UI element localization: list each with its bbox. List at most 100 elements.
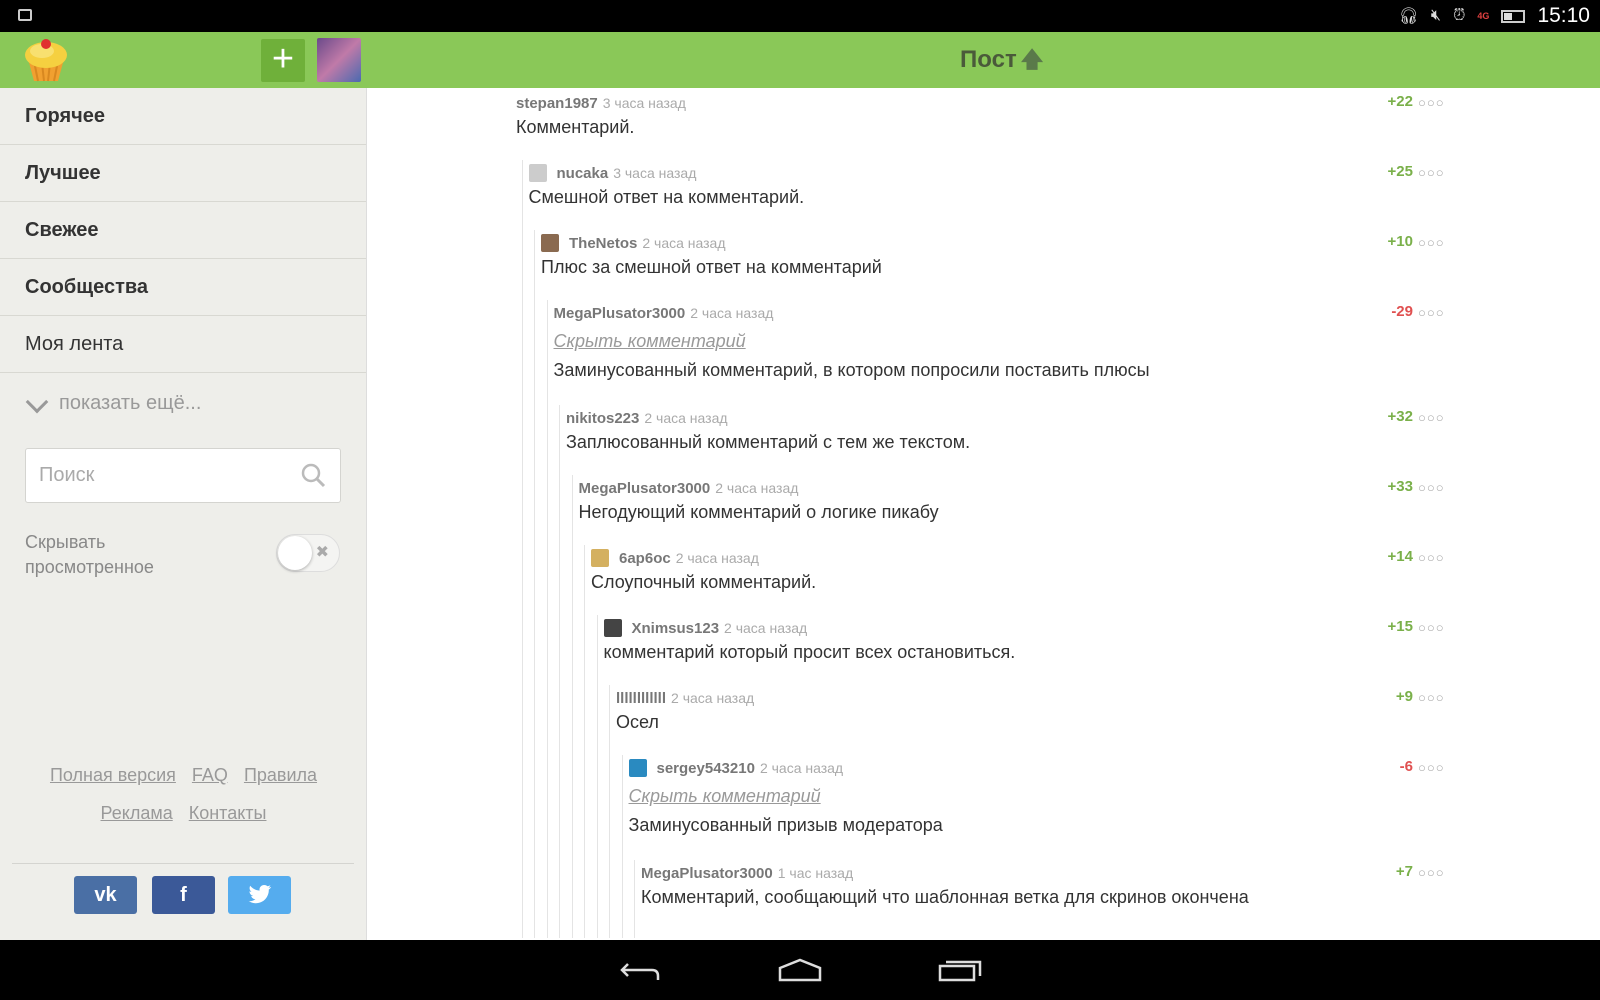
pikabu-logo-icon[interactable] — [22, 37, 70, 83]
comment-author[interactable]: nucaka — [557, 165, 609, 182]
footer-link[interactable]: Контакты — [189, 803, 267, 823]
comment: Xnimsus123 2 часа назад комментарий которы… — [603, 617, 1517, 663]
sidebar-nav-item[interactable]: Моя лента — [0, 316, 366, 373]
comment-time: 2 часа назад — [759, 760, 844, 776]
comment-rating[interactable]: +14 — [1388, 548, 1413, 565]
comment: MegaPlusator3000 2 часа назад Скрыть комме… — [554, 302, 1517, 381]
comment-rating[interactable]: +7 — [1396, 863, 1413, 880]
arrow-up-icon: 🡅 — [1020, 47, 1044, 72]
comment-author[interactable]: MegaPlusator3000 — [554, 305, 686, 322]
comment-author[interactable]: llllllllllll — [616, 690, 666, 707]
comment-header: TheNetos 2 часа назад — [541, 232, 1516, 254]
hide-viewed-toggle[interactable]: ✖ — [276, 534, 340, 572]
user-avatar[interactable] — [317, 38, 361, 82]
comment-author[interactable]: MegaPlusator3000 — [641, 865, 773, 882]
twitter-share-button[interactable] — [228, 876, 291, 914]
comment-rating[interactable]: -29 — [1391, 303, 1413, 320]
comment-rating[interactable]: +22 — [1388, 93, 1413, 110]
sidebar: Горячее Лучшее Свежее Сообщества Моя лента п… — [0, 88, 367, 940]
more-options-icon[interactable]: ○○○ — [1418, 865, 1445, 880]
more-options-icon[interactable]: ○○○ — [1418, 760, 1445, 775]
comment-rating[interactable]: +25 — [1388, 163, 1413, 180]
comment-header: stepan1987 3 часа назад — [516, 92, 1516, 114]
search-input[interactable] — [26, 449, 286, 502]
comment-text: Заплюсованный комментарий с тем же текст… — [566, 432, 971, 452]
comment-header: sergey543210 2 часа назад — [628, 757, 1517, 779]
comment-rating[interactable]: +10 — [1388, 233, 1413, 250]
comment-text: Осел — [616, 712, 659, 732]
more-options-icon[interactable]: ○○○ — [1418, 305, 1445, 320]
comment-avatar[interactable] — [591, 549, 609, 567]
comment-avatar[interactable] — [603, 619, 622, 637]
comment-author[interactable]: stepan1987 — [516, 95, 598, 112]
comment-header: MegaPlusator3000 2 часа назад — [554, 302, 1517, 324]
thread-line — [571, 475, 573, 938]
footer-link[interactable]: Реклама — [101, 803, 173, 823]
mute-icon: 🔇︎ — [1430, 7, 1441, 24]
back-icon[interactable] — [618, 958, 662, 982]
recent-apps-icon[interactable] — [938, 958, 982, 982]
vk-share-button[interactable]: vk — [74, 876, 137, 914]
comment-header: Xnimsus123 2 часа назад — [603, 617, 1517, 639]
sidebar-nav-item[interactable]: Лучшее — [0, 145, 366, 202]
page-title[interactable]: Пост 🡅 — [960, 32, 1043, 88]
comment-header: MegaPlusator3000 1 час назад — [641, 862, 1516, 884]
footer-link[interactable]: FAQ — [192, 765, 228, 785]
comment-avatar[interactable] — [628, 759, 647, 777]
footer-links: Полная версия FAQ Правила Реклама Контакты — [0, 756, 367, 832]
comment-author[interactable]: Xnimsus123 — [632, 620, 720, 637]
more-options-icon[interactable]: ○○○ — [1418, 480, 1445, 495]
sidebar-nav-item[interactable]: Горячее — [0, 88, 366, 145]
more-options-icon[interactable]: ○○○ — [1418, 165, 1445, 180]
thread-line — [634, 860, 635, 938]
more-options-icon[interactable]: ○○○ — [1418, 410, 1445, 425]
more-options-icon[interactable]: ○○○ — [1418, 690, 1445, 705]
comment-author[interactable]: MegaPlusator3000 — [579, 480, 711, 497]
more-options-icon[interactable]: ○○○ — [1418, 235, 1445, 250]
comment-header: 6ap6oc 2 часа назад — [591, 547, 1516, 569]
thread-line — [546, 300, 548, 938]
sidebar-nav-item[interactable]: Сообщества — [0, 259, 366, 316]
comment: 6ap6oc 2 часа назад Слоупочный комментарий… — [591, 547, 1516, 593]
search-icon[interactable] — [300, 462, 326, 488]
thread-line — [584, 545, 585, 938]
comment-header: llllllllllll 2 часа назад — [616, 687, 1516, 709]
comment: stepan1987 3 часа назад Комментарий. — [516, 92, 1516, 138]
more-options-icon[interactable]: ○○○ — [1418, 95, 1445, 110]
comment-text: Смешной ответ на комментарий. — [528, 187, 805, 207]
sidebar-nav-item[interactable]: Свежее — [0, 202, 366, 259]
comment-author[interactable]: nikitos223 — [566, 410, 639, 427]
comment-time: 2 часа назад — [675, 550, 759, 566]
comment-rating[interactable]: +15 — [1388, 618, 1413, 635]
comment-avatar[interactable] — [528, 164, 547, 182]
show-more-button[interactable]: показать ещё... — [0, 373, 366, 433]
comment: MegaPlusator3000 2 часа назад Негодующий к… — [579, 477, 1517, 523]
comment-author[interactable]: 6ap6oc — [619, 550, 671, 567]
comment-time: 3 часа назад — [602, 95, 686, 111]
twitter-icon — [248, 885, 271, 904]
comment: sergey543210 2 часа назад Скрыть комментар… — [628, 757, 1517, 836]
comment: nikitos223 2 часа назад Заплюсованный комм… — [566, 407, 1516, 453]
comment-author[interactable]: sergey543210 — [657, 760, 755, 777]
comment-rating[interactable]: +32 — [1388, 408, 1413, 425]
footer-link[interactable]: Правила — [244, 765, 317, 785]
add-post-button[interactable]: + — [261, 39, 305, 82]
home-icon[interactable] — [778, 958, 822, 982]
more-options-icon[interactable]: ○○○ — [1418, 550, 1445, 565]
footer-link[interactable]: Полная версия — [50, 765, 176, 785]
comment-avatar[interactable] — [541, 234, 559, 252]
hide-comment-link[interactable]: Скрыть комментарий — [554, 331, 1517, 352]
hide-comment-link[interactable]: Скрыть комментарий — [629, 786, 1517, 807]
chevron-down-icon — [25, 390, 49, 414]
comment-rating[interactable]: +33 — [1388, 478, 1413, 495]
search-box — [25, 448, 341, 503]
comment-author[interactable]: TheNetos — [569, 235, 637, 252]
comment-rating[interactable]: +9 — [1396, 688, 1413, 705]
comment-time: 2 часа назад — [690, 305, 774, 321]
comment-text: Комментарий, сообщающий что шаблонная ве… — [641, 887, 1249, 907]
facebook-share-button[interactable]: f — [152, 876, 215, 914]
more-options-icon[interactable]: ○○○ — [1418, 620, 1445, 635]
close-icon: ✖ — [315, 544, 329, 561]
comment-rating[interactable]: -6 — [1400, 758, 1413, 775]
thread-line — [609, 685, 610, 938]
